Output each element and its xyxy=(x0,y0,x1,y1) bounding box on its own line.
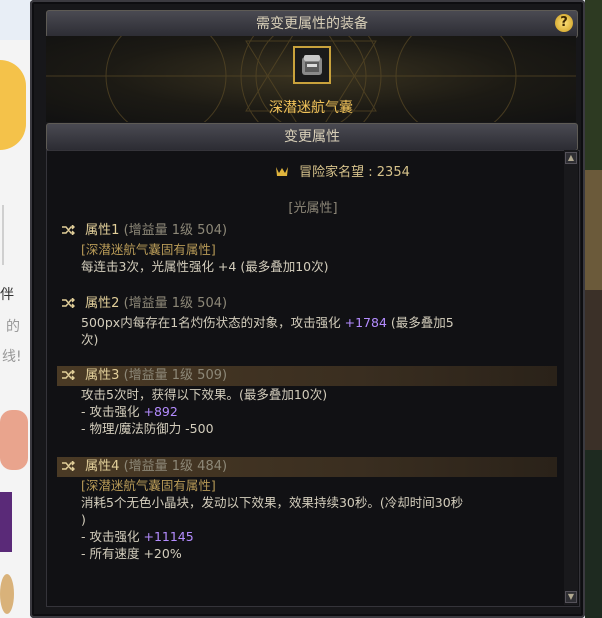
attribute-name: 属性2 xyxy=(85,296,120,311)
attribute-line-text: - 攻击强化 xyxy=(81,404,144,419)
shuffle-icon xyxy=(62,370,75,380)
help-icon: ? xyxy=(560,15,568,30)
attribute-value: +11145 xyxy=(143,529,194,544)
attribute-line: 次) xyxy=(81,332,99,347)
inherent-label: [深潜迷航气囊固有属性] xyxy=(81,242,216,257)
shuffle-icon xyxy=(62,225,75,235)
attribute-value: +892 xyxy=(143,404,178,419)
attribute-header: 属性3 (增益量 1级 509) xyxy=(57,366,557,386)
background-text: 的 xyxy=(6,319,20,335)
inherent-label: [深潜迷航气囊固有属性] xyxy=(81,478,216,493)
attribute-name: 属性1 xyxy=(85,223,120,238)
change-attribute-window: 需变更属性的装备 ? 深潜迷航气囊 变更属性 冒险家名望: 2354 [光属性… xyxy=(30,0,585,618)
attribute-header: 属性2 (增益量 1级 504) xyxy=(57,294,557,314)
fame-label: 冒险家名望 : 2354 xyxy=(299,165,410,180)
attribute-line: 攻击5次时，获得以下效果。(最多叠加10次) xyxy=(81,387,328,402)
attribute-line-text: (最多叠加5 xyxy=(386,315,454,330)
attribute-block-4[interactable]: 属性4 (增益量 1级 484) [深潜迷航气囊固有属性] 消耗5个无色小晶块，… xyxy=(57,457,557,562)
background-page-left: 伴 的 线! xyxy=(0,0,30,618)
attribute-meta: (增益量 1级 509) xyxy=(123,368,228,383)
attribute-name: 属性3 xyxy=(85,368,120,383)
attribute-value: +1784 xyxy=(344,315,387,330)
attribute-line: - 攻击强化 +892 xyxy=(57,403,557,420)
attribute-block-1[interactable]: 属性1 (增益量 1级 504) [深潜迷航气囊固有属性] 每连击3次，光属性强… xyxy=(57,221,557,275)
attribute-meta: (增益量 1级 484) xyxy=(123,459,228,474)
attribute-line-text: 500px内每存在1名灼伤状态的对象，攻击强化 xyxy=(81,315,345,330)
section-header: 变更属性 xyxy=(46,123,578,151)
background-text: 线! xyxy=(2,349,22,365)
fame-display: 冒险家名望 : 2354 xyxy=(275,161,410,180)
item-icon[interactable] xyxy=(293,46,331,84)
fame-icon xyxy=(276,167,288,176)
scroll-down-icon[interactable]: ▼ xyxy=(565,591,577,603)
attribute-meta: (增益量 1级 504) xyxy=(123,296,228,311)
element-label: [光属性] xyxy=(288,201,338,216)
attribute-block-2[interactable]: 属性2 (增益量 1级 504) 500px内每存在1名灼伤状态的对象，攻击强化… xyxy=(57,294,557,348)
shuffle-icon xyxy=(62,298,75,308)
attribute-line: - 物理/魔法防御力 -500 xyxy=(81,421,214,436)
shuffle-icon xyxy=(62,461,75,471)
attribute-header: 属性1 (增益量 1级 504) xyxy=(57,221,557,241)
scroll-up-icon[interactable]: ▲ xyxy=(565,152,577,164)
equipment-slot-area: 深潜迷航气囊 xyxy=(46,36,576,122)
help-button[interactable]: ? xyxy=(555,14,573,32)
attribute-name: 属性4 xyxy=(85,459,120,474)
attribute-list-panel: 冒险家名望 : 2354 [光属性] 属性1 (增益量 1级 504) [深潜迷… xyxy=(46,150,580,607)
background-text: 伴 xyxy=(0,287,14,303)
attribute-line: - 所有速度 +20% xyxy=(81,546,182,561)
attribute-line: 每连击3次，光属性强化 +4 (最多叠加10次) xyxy=(81,259,329,274)
attribute-line: 500px内每存在1名灼伤状态的对象，攻击强化 +1784 (最多叠加5 xyxy=(57,314,557,331)
attribute-line: ) xyxy=(81,512,86,527)
background-page-right xyxy=(585,0,602,618)
window-title: 需变更属性的装备 xyxy=(256,16,368,32)
attribute-block-3[interactable]: 属性3 (增益量 1级 509) 攻击5次时，获得以下效果。(最多叠加10次) … xyxy=(57,366,557,437)
attribute-header: 属性4 (增益量 1级 484) xyxy=(57,457,557,477)
section-title: 变更属性 xyxy=(284,129,340,145)
attribute-line: - 攻击强化 +11145 xyxy=(57,528,557,545)
window-title-bar: 需变更属性的装备 ? xyxy=(46,10,578,38)
attribute-meta: (增益量 1级 504) xyxy=(123,223,228,238)
attribute-line: 消耗5个无色小晶块，发动以下效果，效果持续30秒。(冷却时间30秒 xyxy=(81,495,464,510)
attribute-line-text: - 攻击强化 xyxy=(81,529,144,544)
item-name: 深潜迷航气囊 xyxy=(269,100,353,116)
vertical-scrollbar[interactable]: ▲ ▼ xyxy=(564,150,578,605)
